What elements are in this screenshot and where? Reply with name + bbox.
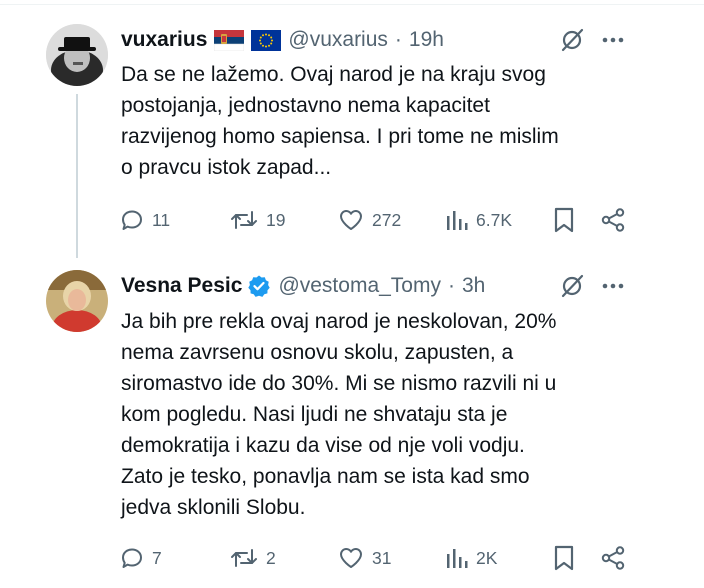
views-button[interactable]: 2K	[446, 542, 497, 574]
serbia-flag-icon	[214, 29, 245, 51]
tweet-vesna-pesic[interactable]: Vesna Pesic @vestoma_Tomy · 3h Ja bih pr…	[0, 258, 704, 588]
reply-button[interactable]: 7	[120, 542, 162, 574]
views-icon	[446, 208, 468, 232]
reply-icon	[120, 546, 144, 570]
repost-icon	[230, 546, 258, 570]
grok-icon[interactable]	[559, 27, 585, 53]
thread-line	[76, 94, 78, 258]
reply-button[interactable]: 11	[120, 204, 170, 236]
avatar[interactable]	[46, 24, 108, 86]
bookmark-button[interactable]	[553, 542, 575, 574]
display-name[interactable]: Vesna Pesic	[121, 274, 242, 298]
like-button[interactable]: 272	[338, 204, 401, 236]
like-count: 272	[372, 209, 402, 230]
more-icon[interactable]	[600, 27, 626, 53]
views-count: 6.7K	[476, 209, 512, 230]
user-handle[interactable]: @vestoma_Tomy	[278, 274, 441, 298]
timestamp[interactable]: 19h	[409, 28, 444, 52]
share-button[interactable]	[600, 542, 626, 574]
repost-icon	[230, 208, 258, 232]
avatar[interactable]	[46, 270, 108, 332]
tweet-text: Da se ne lažemo. Ovaj narod je na kraju …	[121, 63, 559, 179]
reply-count: 7	[152, 547, 162, 568]
like-button[interactable]: 31	[338, 542, 391, 574]
verified-badge-icon	[247, 274, 271, 298]
grok-icon[interactable]	[559, 273, 585, 299]
repost-button[interactable]: 19	[230, 204, 285, 236]
share-button[interactable]	[600, 204, 626, 236]
tweet-actions: 11 19 272 6.7K	[120, 204, 640, 236]
views-icon	[446, 546, 468, 570]
more-icon[interactable]	[600, 273, 626, 299]
separator-dot: ·	[394, 28, 402, 51]
tweet-header: Vesna Pesic @vestoma_Tomy · 3h	[121, 271, 485, 301]
tweet-text: Ja bih pre rekla ovaj narod je neskolova…	[121, 310, 557, 519]
tweet-vuxarius[interactable]: vuxarius @vuxarius · 19h Da se ne lažemo…	[0, 0, 704, 258]
reply-count: 11	[152, 209, 171, 230]
user-handle[interactable]: @vuxarius	[288, 28, 388, 52]
tweet-header: vuxarius @vuxarius · 19h	[121, 25, 444, 55]
reply-icon	[120, 208, 144, 232]
share-icon	[600, 545, 626, 571]
repost-count: 19	[266, 209, 286, 230]
eu-flag-icon	[251, 29, 282, 51]
repost-button[interactable]: 2	[230, 542, 276, 574]
display-name[interactable]: vuxarius	[121, 28, 207, 52]
tweet-actions: 7 2 31 2K	[120, 542, 640, 574]
bookmark-button[interactable]	[553, 204, 575, 236]
repost-count: 2	[266, 547, 276, 568]
views-button[interactable]: 6.7K	[446, 204, 512, 236]
bookmark-icon	[553, 545, 575, 571]
like-count: 31	[372, 547, 392, 568]
bookmark-icon	[553, 207, 575, 233]
share-icon	[600, 207, 626, 233]
like-icon	[338, 208, 364, 232]
like-icon	[338, 546, 364, 570]
timestamp[interactable]: 3h	[462, 274, 485, 298]
views-count: 2K	[476, 547, 498, 568]
separator-dot: ·	[447, 274, 455, 297]
